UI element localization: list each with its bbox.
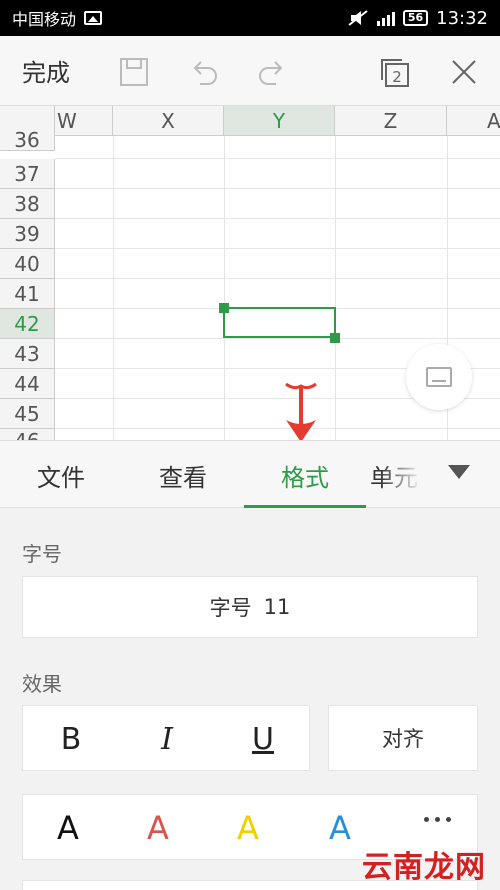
row-header-38[interactable]: 38 bbox=[0, 189, 55, 219]
font-color-red-button[interactable]: A bbox=[113, 795, 203, 861]
row-header-41[interactable]: 41 bbox=[0, 279, 55, 309]
row-header-40[interactable]: 40 bbox=[0, 249, 55, 279]
row-header-37[interactable]: 37 bbox=[0, 159, 55, 189]
grid-line bbox=[55, 218, 500, 219]
spreadsheet-grid[interactable]: W X Y Z A 36 37 38 39 40 41 42 43 44 45 … bbox=[0, 106, 500, 440]
mute-icon bbox=[348, 10, 368, 26]
annotation-arrow-icon bbox=[285, 382, 317, 442]
font-size-button-label: 字号 bbox=[209, 596, 252, 620]
font-size-button[interactable]: 字号 11 bbox=[22, 576, 478, 638]
selected-cell[interactable] bbox=[223, 307, 336, 338]
selection-handle-start[interactable] bbox=[219, 303, 229, 313]
effects-group: B I U bbox=[22, 705, 310, 771]
clock: 13:32 bbox=[436, 7, 488, 29]
row-header-36[interactable]: 36 bbox=[0, 128, 55, 152]
grid-line bbox=[55, 188, 500, 189]
column-header-aa[interactable]: A bbox=[447, 106, 500, 136]
font-color-yellow-button[interactable]: A bbox=[203, 795, 293, 861]
row-header-43[interactable]: 43 bbox=[0, 339, 55, 369]
grid-line bbox=[55, 338, 500, 339]
undo-icon[interactable] bbox=[188, 56, 220, 88]
format-panel: 字号 字号 11 效果 B I U 对齐 A A A A bbox=[0, 508, 500, 890]
tab-view[interactable]: 查看 bbox=[122, 441, 244, 509]
font-size-value: 11 bbox=[263, 595, 291, 619]
tab-fade bbox=[380, 441, 440, 507]
more-colors-icon[interactable] bbox=[424, 817, 451, 822]
grid-line bbox=[55, 428, 500, 429]
grid-line bbox=[113, 136, 114, 440]
more-tabs-dropdown-icon[interactable] bbox=[448, 465, 470, 479]
font-color-black-button[interactable]: A bbox=[23, 795, 113, 861]
bold-button[interactable]: B bbox=[23, 706, 119, 772]
row-header-45[interactable]: 45 bbox=[0, 399, 55, 429]
window-switch-icon[interactable]: 2 bbox=[378, 56, 410, 88]
row-header-39[interactable]: 39 bbox=[0, 219, 55, 249]
row-header-44[interactable]: 44 bbox=[0, 369, 55, 399]
battery-icon: 56 bbox=[402, 10, 429, 26]
done-button[interactable]: 完成 bbox=[22, 53, 92, 88]
grid-line bbox=[55, 248, 500, 249]
column-header-z[interactable]: Z bbox=[335, 106, 447, 136]
italic-button[interactable]: I bbox=[119, 706, 215, 772]
redo-icon[interactable] bbox=[256, 56, 288, 88]
status-bar: 中国移动 56 13:32 bbox=[0, 0, 500, 36]
grid-line bbox=[55, 158, 500, 159]
row-header-42[interactable]: 42 bbox=[0, 309, 55, 339]
signal-icon bbox=[376, 10, 395, 26]
column-header-y[interactable]: Y bbox=[224, 106, 335, 136]
row-header-46[interactable]: 46 bbox=[0, 429, 55, 440]
underline-button[interactable]: U bbox=[215, 706, 311, 772]
carrier-name: 中国移动 bbox=[12, 10, 77, 29]
align-button[interactable]: 对齐 bbox=[328, 705, 478, 771]
watermark-logo: 云南龙网 bbox=[362, 850, 486, 885]
save-icon[interactable] bbox=[118, 56, 150, 88]
column-header-w[interactable]: W bbox=[55, 106, 113, 136]
tab-file[interactable]: 文件 bbox=[0, 441, 122, 509]
tab-format[interactable]: 格式 bbox=[244, 441, 366, 509]
column-header-x[interactable]: X bbox=[113, 106, 224, 136]
editor-toolbar: 完成 2 bbox=[0, 36, 500, 106]
keyboard-toggle-button[interactable] bbox=[406, 344, 472, 410]
grid-line bbox=[55, 278, 500, 279]
grid-line bbox=[224, 136, 225, 440]
selection-handle-end[interactable] bbox=[330, 333, 340, 343]
font-size-section-label: 字号 bbox=[22, 542, 62, 566]
close-icon[interactable] bbox=[448, 56, 480, 88]
keyboard-icon bbox=[426, 367, 452, 387]
ribbon-tabbar: 文件 查看 格式 单元 bbox=[0, 440, 500, 508]
grid-line bbox=[335, 136, 336, 440]
effects-section-label: 效果 bbox=[22, 672, 62, 696]
image-notification-icon bbox=[84, 11, 103, 25]
window-count: 2 bbox=[392, 68, 402, 86]
